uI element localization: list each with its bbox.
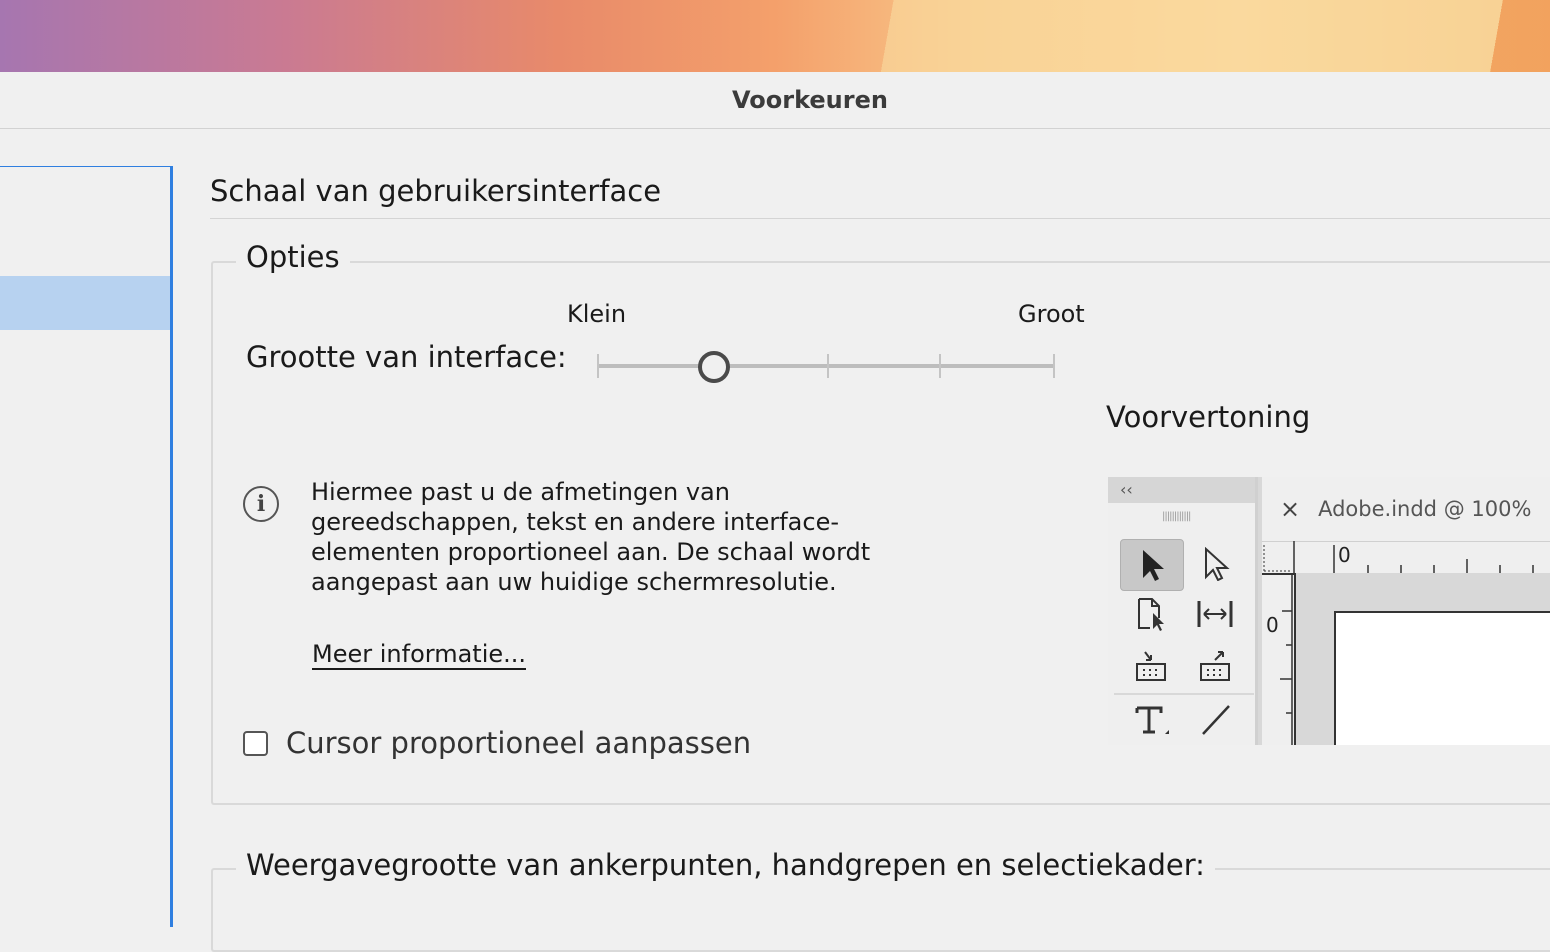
content-placer-icon <box>1184 641 1246 691</box>
preview-document: × Adobe.indd @ 100% 0 0 <box>1262 477 1550 745</box>
horizontal-ruler: 0 <box>1262 541 1550 575</box>
window-titlebar: Voorkeuren <box>0 72 1550 129</box>
desktop-wallpaper <box>0 0 1550 72</box>
info-description: Hiermee past u de afmetingen van gereeds… <box>311 478 871 596</box>
preferences-sidebar[interactable] <box>0 166 173 927</box>
selection-tool-icon <box>1120 539 1184 591</box>
more-info-link[interactable]: Meer informatie... <box>312 640 527 670</box>
slider-tick <box>1053 354 1055 378</box>
interface-size-label: Grootte van interface: <box>246 340 567 374</box>
slider-max-label: Groot <box>1018 300 1085 328</box>
slider-track[interactable] <box>597 364 1055 368</box>
cursor-scale-option[interactable]: Cursor proportioneel aanpassen <box>243 726 751 760</box>
preview-tools-panel: ‹‹ |||||||||||| <box>1108 477 1258 745</box>
page-tool-icon <box>1120 589 1182 639</box>
interface-size-slider[interactable] <box>597 350 1057 383</box>
slider-tick <box>597 354 599 378</box>
slider-tick <box>827 354 829 378</box>
document-tab-title: Adobe.indd @ 100% <box>1318 497 1532 521</box>
info-icon: i <box>243 486 279 522</box>
ruler-v-origin: 0 <box>1266 613 1279 637</box>
anchor-size-legend: Weergavegrootte van ankerpunten, handgre… <box>236 848 1215 882</box>
direct-selection-tool-icon <box>1184 539 1246 589</box>
type-tool-icon <box>1120 695 1182 745</box>
slider-min-label: Klein <box>567 300 627 328</box>
section-title: Schaal van gebruikersinterface <box>210 174 662 208</box>
gap-tool-icon <box>1184 589 1246 639</box>
sidebar-item-selected[interactable] <box>0 276 170 330</box>
line-tool-icon <box>1184 695 1246 745</box>
slider-tick <box>939 354 941 378</box>
slider-thumb[interactable] <box>698 351 730 383</box>
vertical-ruler: 0 <box>1262 573 1294 745</box>
document-tab: × Adobe.indd @ 100% <box>1262 477 1550 542</box>
window-title: Voorkeuren <box>732 86 888 114</box>
panel-grip-icon: |||||||||||| <box>1162 511 1191 522</box>
ruler-h-origin: 0 <box>1338 543 1351 567</box>
section-divider <box>210 218 1550 219</box>
content-collector-icon <box>1120 641 1182 691</box>
collapse-panel-icon: ‹‹ <box>1108 477 1255 503</box>
page-canvas <box>1334 611 1550 745</box>
preview-label: Voorvertoning <box>1106 400 1311 434</box>
cursor-scale-checkbox[interactable] <box>243 730 268 756</box>
close-tab-icon: × <box>1280 495 1301 523</box>
preview-pane: ‹‹ |||||||||||| × Adobe.indd @ 100% 0 0 <box>1108 477 1550 745</box>
cursor-scale-label[interactable]: Cursor proportioneel aanpassen <box>286 726 751 760</box>
options-legend: Opties <box>236 240 350 274</box>
